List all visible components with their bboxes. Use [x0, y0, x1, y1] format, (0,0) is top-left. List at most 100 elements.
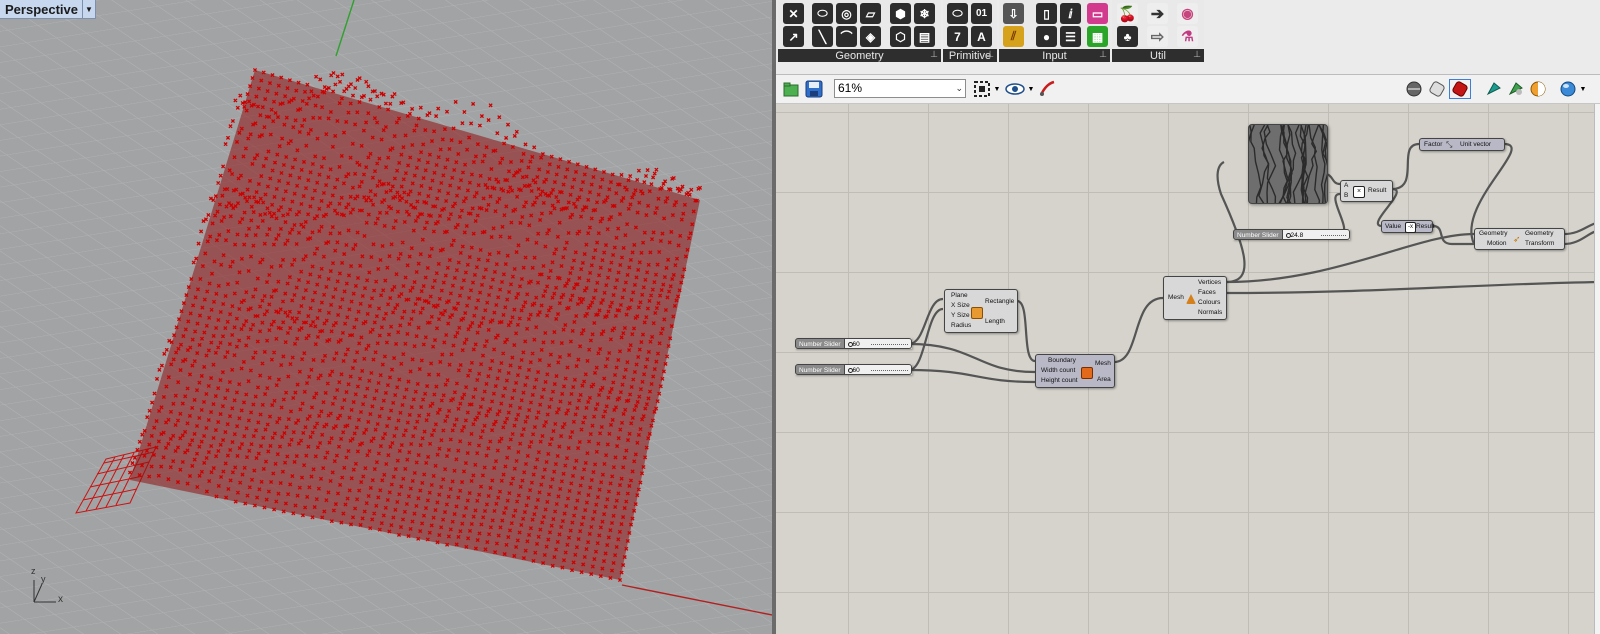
input-motion[interactable]: Motion [1487, 240, 1507, 247]
output-unit-vector[interactable]: Unit vector [1460, 141, 1491, 148]
mesh-plane-component[interactable]: Boundary Width count Height count Mesh A… [1035, 354, 1115, 388]
expand-icon[interactable]: ⊥ [1099, 49, 1107, 60]
panel-icon[interactable]: ▯ [1036, 3, 1057, 24]
input-a[interactable]: A [1344, 182, 1348, 189]
slider-grip-icon[interactable] [847, 342, 853, 347]
viewport-menu-arrow-icon[interactable]: ▼ [82, 0, 95, 18]
input-value[interactable]: Value [1385, 223, 1401, 230]
line-icon[interactable]: ╲ [812, 26, 833, 47]
slider-track[interactable]: 60 [844, 338, 912, 349]
relay-icon[interactable]: ➔ [1147, 3, 1168, 24]
slider-grip-icon[interactable] [847, 368, 853, 373]
preview-mode-wire-icon[interactable] [1427, 79, 1447, 99]
display-sphere-icon[interactable] [1558, 79, 1578, 99]
slider-track[interactable]: 24.8 [1282, 229, 1350, 240]
number-slider-factor[interactable]: Number Slider 24.8 [1233, 229, 1350, 240]
input-geometry[interactable]: Geometry [1479, 230, 1508, 237]
slider-grip-icon[interactable] [1285, 233, 1291, 238]
output-result[interactable]: Result [1416, 223, 1434, 230]
sketch-brush-icon[interactable] [1037, 79, 1057, 99]
twisted-box-icon[interactable]: ◈ [860, 26, 881, 47]
save-file-icon[interactable] [804, 79, 824, 99]
grasshopper-canvas[interactable]: Number Slider 60 Number Slider 60 Number… [776, 104, 1600, 634]
number-slider-height[interactable]: Number Slider 60 [795, 364, 912, 375]
display-dropdown-icon[interactable]: ▼ [1579, 79, 1587, 99]
output-area[interactable]: Area [1097, 376, 1111, 383]
input-factor[interactable]: Factor [1424, 141, 1442, 148]
material-preview-icon[interactable] [1528, 79, 1548, 99]
text-icon[interactable]: A [971, 26, 992, 47]
open-file-icon[interactable] [782, 79, 800, 99]
output-colours[interactable]: Colours [1198, 299, 1220, 306]
input-x-size[interactable]: X Size [951, 302, 970, 309]
output-normals[interactable]: Normals [1198, 309, 1222, 316]
arrow-icon[interactable]: ⇨ [1147, 26, 1168, 47]
curve-icon[interactable]: ◎ [836, 3, 857, 24]
deconstruct-mesh-component[interactable]: Mesh Vertices Faces Colours Normals [1163, 276, 1227, 320]
surface-icon[interactable]: ▱ [860, 3, 881, 24]
output-result[interactable]: Result [1368, 187, 1386, 194]
zoom-extents-icon[interactable] [972, 79, 992, 99]
colour-swatch-icon[interactable]: ▦ [1087, 26, 1108, 47]
mesh-icon[interactable]: ❄ [914, 3, 935, 24]
preview-filter-icon[interactable] [1506, 79, 1526, 99]
number-icon[interactable]: 7 [947, 26, 968, 47]
number-slider-width[interactable]: Number Slider 60 [795, 338, 912, 349]
zoom-dropdown-icon[interactable]: ▼ [993, 79, 1001, 99]
point-icon[interactable]: ✕ [783, 3, 804, 24]
vector-icon[interactable]: ↗ [783, 26, 804, 47]
input-height-count[interactable]: Height count [1041, 377, 1078, 384]
preview-dropdown-icon[interactable]: ▼ [1027, 79, 1035, 99]
input-boundary[interactable]: Boundary [1048, 357, 1076, 364]
rectangle-component[interactable]: Plane X Size Y Size Radius Rectangle Len… [944, 289, 1018, 333]
output-transform[interactable]: Transform [1525, 240, 1554, 247]
viewport-scene[interactable] [0, 0, 772, 634]
zoom-combobox[interactable]: 61% ⌄ [834, 79, 966, 98]
input-radius[interactable]: Radius [951, 322, 971, 329]
output-geometry[interactable]: Geometry [1525, 230, 1554, 237]
data-input-icon[interactable]: ⇩ [1003, 3, 1024, 24]
move-component[interactable]: Geometry Motion ➶ Geometry Transform [1474, 228, 1565, 250]
circle-icon[interactable]: ⬭ [812, 3, 833, 24]
input-y-size[interactable]: Y Size [951, 312, 970, 319]
cherry-icon[interactable]: 🍒 [1117, 3, 1138, 24]
image-sampler[interactable] [1248, 124, 1328, 204]
toggle-icon[interactable]: ● [1036, 26, 1057, 47]
perspective-viewport[interactable]: Perspective ▼ x y z [0, 0, 772, 634]
preview-mode-shaded-icon[interactable] [1449, 79, 1471, 99]
input-width-count[interactable]: Width count [1041, 367, 1075, 374]
output-faces[interactable]: Faces [1198, 289, 1216, 296]
preview-mode-hidden-icon[interactable] [1404, 79, 1424, 99]
value-list-icon[interactable]: ⅈ [1060, 3, 1081, 24]
gradient-icon[interactable]: ▭ [1087, 3, 1108, 24]
negative-component[interactable]: Value -x Result [1381, 220, 1434, 233]
viewport-tab[interactable]: Perspective ▼ [0, 0, 96, 19]
flask-icon[interactable]: ⚗ [1177, 26, 1198, 47]
geometry-pipeline-icon[interactable]: ▤ [914, 26, 935, 47]
galapagos-icon[interactable]: ♣ [1117, 26, 1138, 47]
output-mesh[interactable]: Mesh [1095, 360, 1111, 367]
input-b[interactable]: B [1344, 192, 1348, 199]
button-icon[interactable]: ☰ [1060, 26, 1081, 47]
selected-preview-icon[interactable] [1484, 79, 1504, 99]
graph-mapper-icon[interactable]: ⫽ [1003, 26, 1024, 47]
vertical-scrollbar[interactable] [1594, 104, 1600, 634]
multiplication-component[interactable]: A B × Result [1340, 180, 1393, 202]
output-vertices[interactable]: Vertices [1198, 279, 1221, 286]
integer-icon[interactable]: 01 [971, 3, 992, 24]
expand-icon[interactable]: ⊥ [930, 49, 938, 60]
slider-track[interactable]: 60 [844, 364, 912, 375]
output-length[interactable]: Length [985, 318, 1005, 325]
field-icon[interactable]: ⬡ [890, 26, 911, 47]
amplitude-component[interactable]: Factor ⤡ Unit vector [1419, 138, 1505, 151]
input-mesh[interactable]: Mesh [1168, 294, 1184, 301]
expand-icon[interactable]: ⊥ [1193, 49, 1201, 60]
brep-icon[interactable]: ⬢ [890, 3, 911, 24]
output-rectangle[interactable]: Rectangle [985, 298, 1014, 305]
data-dam-icon[interactable]: ◉ [1177, 3, 1198, 24]
expand-icon[interactable]: ⊥ [986, 49, 994, 60]
input-plane[interactable]: Plane [951, 292, 968, 299]
plane-icon[interactable]: ⌒ [836, 26, 857, 47]
preview-eye-icon[interactable] [1004, 79, 1026, 99]
boolean-icon[interactable]: ⬭ [947, 3, 968, 24]
